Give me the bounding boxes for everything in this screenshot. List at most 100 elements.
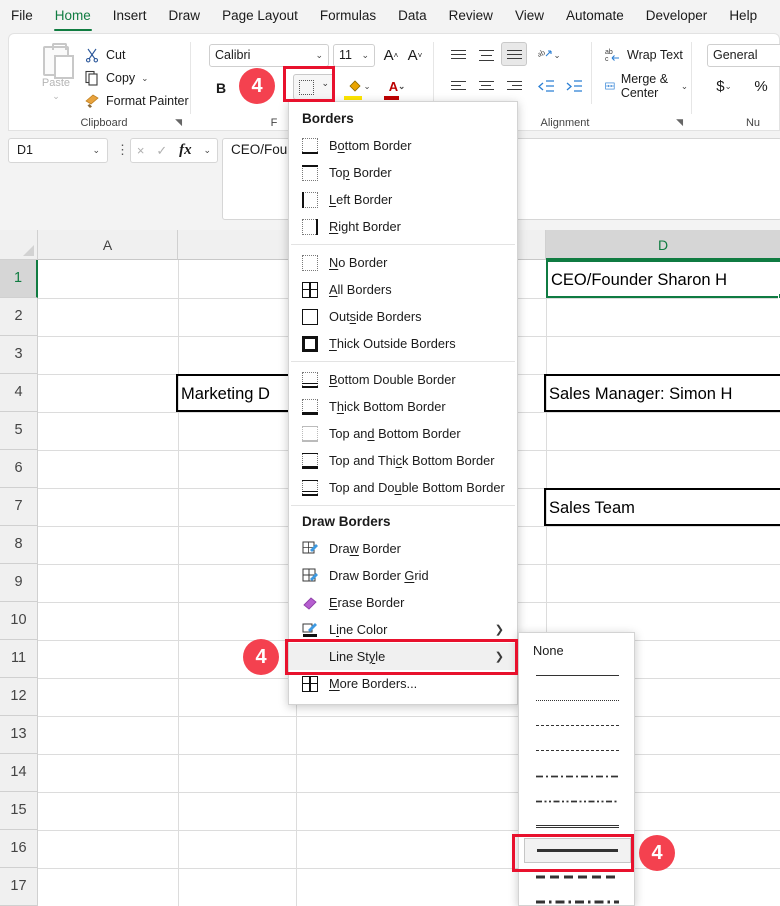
chevron-down-icon[interactable]: ⌄ [361, 45, 369, 66]
chevron-down-icon[interactable]: ⌄ [681, 81, 688, 92]
decrease-indent-button[interactable] [533, 74, 559, 98]
chevron-down-icon[interactable]: ⌄ [553, 50, 560, 61]
menu-item-top-and-bottom-border[interactable]: Top and Bottom Border [289, 420, 517, 447]
font-name-combo[interactable]: Calibri ⌄ [209, 44, 329, 67]
format-painter-button[interactable]: Format Painter [84, 90, 189, 112]
alignment-dialog-launcher-icon[interactable]: ◥ [676, 117, 683, 128]
ribbon-tab-developer[interactable]: Developer [635, 0, 719, 32]
line-style-double[interactable] [524, 813, 631, 838]
chevron-down-icon[interactable]: ⌄ [725, 81, 732, 92]
row-header-6[interactable]: 6 [0, 450, 38, 488]
merge-center-button[interactable]: Merge & Center ⌄ [602, 72, 691, 100]
row-header-3[interactable]: 3 [0, 336, 38, 374]
menu-item-top-and-thick-bottom-border[interactable]: Top and Thick Bottom Border [289, 447, 517, 474]
row-header-13[interactable]: 13 [0, 716, 38, 754]
align-middle-button[interactable] [473, 43, 499, 67]
menu-item-all-borders[interactable]: All Borders [289, 276, 517, 303]
menu-item-bottom-border[interactable]: Bottom Border [289, 132, 517, 159]
menu-item-thick-bottom-border[interactable]: Thick Bottom Border [289, 393, 517, 420]
align-left-button[interactable] [445, 74, 471, 98]
fill-color-button[interactable]: ⌄ [343, 74, 375, 100]
menu-item-left-border[interactable]: Left Border [289, 186, 517, 213]
menu-item-draw-border-grid[interactable]: Draw Border Grid [289, 562, 517, 589]
ribbon-tab-home[interactable]: Home [44, 0, 102, 32]
align-right-button[interactable] [501, 74, 527, 98]
line-style-fine-dotted[interactable] [524, 688, 631, 713]
row-header-5[interactable]: 5 [0, 412, 38, 450]
menu-item-line-color[interactable]: Line Color ❯ [289, 616, 517, 643]
line-style-dashed[interactable] [524, 738, 631, 763]
ribbon-tab-help[interactable]: Help [718, 0, 768, 32]
row-header-11[interactable]: 11 [0, 640, 38, 678]
align-top-button[interactable] [445, 43, 471, 67]
align-bottom-button[interactable] [501, 42, 527, 66]
percent-button[interactable]: % [749, 74, 773, 98]
font-size-combo[interactable]: 11 ⌄ [333, 44, 375, 67]
row-header-15[interactable]: 15 [0, 792, 38, 830]
row-header-1[interactable]: 1 [0, 260, 38, 298]
orientation-button[interactable]: ab ⌄ [533, 43, 565, 67]
column-header-b[interactable] [178, 230, 296, 260]
line-style-dotted[interactable] [524, 713, 631, 738]
row-header-9[interactable]: 9 [0, 564, 38, 602]
column-header-a[interactable]: A [38, 230, 178, 260]
chevron-down-icon[interactable]: ⌄ [363, 81, 370, 92]
enter-formula-icon[interactable]: ✓ [156, 143, 167, 159]
menu-item-outside-borders[interactable]: Outside Borders [289, 303, 517, 330]
shrink-font-button[interactable]: A ˅ [403, 43, 427, 67]
row-header-4[interactable]: 4 [0, 374, 38, 412]
menu-item-more-borders[interactable]: More Borders... [289, 670, 517, 697]
chevron-down-icon[interactable]: ⌄ [30, 91, 82, 102]
row-header-7[interactable]: 7 [0, 488, 38, 526]
ribbon-tab-formulas[interactable]: Formulas [309, 0, 387, 32]
row-header-16[interactable]: 16 [0, 830, 38, 868]
cancel-formula-icon[interactable]: × [137, 143, 145, 158]
row-header-14[interactable]: 14 [0, 754, 38, 792]
name-box[interactable]: D1 ⌄ [8, 138, 108, 163]
row-header-2[interactable]: 2 [0, 298, 38, 336]
menu-item-top-and-double-bottom-border[interactable]: Top and Double Bottom Border [289, 474, 517, 501]
line-style-none[interactable]: None [519, 633, 634, 658]
ribbon-tab-view[interactable]: View [504, 0, 555, 32]
line-style-medium-dashed[interactable] [524, 863, 631, 888]
cell-d4[interactable]: Sales Manager: Simon H [544, 374, 780, 412]
line-style-medium-dash-dot[interactable] [524, 888, 631, 906]
cell-d1[interactable]: CEO/Founder Sharon H [546, 260, 780, 298]
ribbon-tab-automate[interactable]: Automate [555, 0, 635, 32]
increase-indent-button[interactable] [561, 74, 587, 98]
currency-button[interactable]: $ ⌄ [709, 74, 739, 98]
select-all-corner[interactable] [0, 230, 38, 260]
copy-button[interactable]: Copy ⌄ [84, 67, 148, 89]
menu-item-erase-border[interactable]: Erase Border [289, 589, 517, 616]
chevron-down-icon[interactable]: ⌄ [204, 145, 212, 156]
ribbon-tab-file[interactable]: File [0, 0, 44, 32]
ribbon-tab-power[interactable]: Pow [768, 0, 780, 32]
menu-item-no-border[interactable]: No Border [289, 249, 517, 276]
ribbon-tab-page-layout[interactable]: Page Layout [211, 0, 309, 32]
ribbon-tab-data[interactable]: Data [387, 0, 438, 32]
font-color-button[interactable]: A ⌄ [381, 74, 413, 100]
chevron-down-icon[interactable]: ⌄ [315, 45, 323, 66]
bold-button[interactable]: B [209, 76, 233, 100]
chevron-down-icon[interactable]: ⌄ [141, 73, 148, 84]
ribbon-tab-insert[interactable]: Insert [102, 0, 158, 32]
paste-button[interactable]: Paste ⌄ [30, 42, 82, 108]
menu-item-right-border[interactable]: Right Border [289, 213, 517, 240]
row-header-8[interactable]: 8 [0, 526, 38, 564]
line-style-dash-dot[interactable] [524, 763, 631, 788]
borders-split-button[interactable]: ⌄ [293, 74, 335, 100]
menu-item-bottom-double-border[interactable]: Bottom Double Border [289, 366, 517, 393]
line-style-dash-dot-dot[interactable] [524, 788, 631, 813]
line-style-thin-solid[interactable] [524, 663, 631, 688]
grow-font-button[interactable]: A ˄ [379, 43, 403, 67]
cell-d7[interactable]: Sales Team [544, 488, 780, 526]
ribbon-tab-draw[interactable]: Draw [158, 0, 212, 32]
number-format-combo[interactable]: General [707, 44, 780, 67]
align-center-button[interactable] [473, 74, 499, 98]
menu-item-top-border[interactable]: Top Border [289, 159, 517, 186]
row-header-10[interactable]: 10 [0, 602, 38, 640]
wrap-text-button[interactable]: ab c Wrap Text [602, 43, 686, 67]
ribbon-tab-review[interactable]: Review [438, 0, 504, 32]
insert-function-icon[interactable]: fx [179, 142, 192, 159]
menu-item-line-style[interactable]: Line Style ❯ [289, 643, 517, 670]
